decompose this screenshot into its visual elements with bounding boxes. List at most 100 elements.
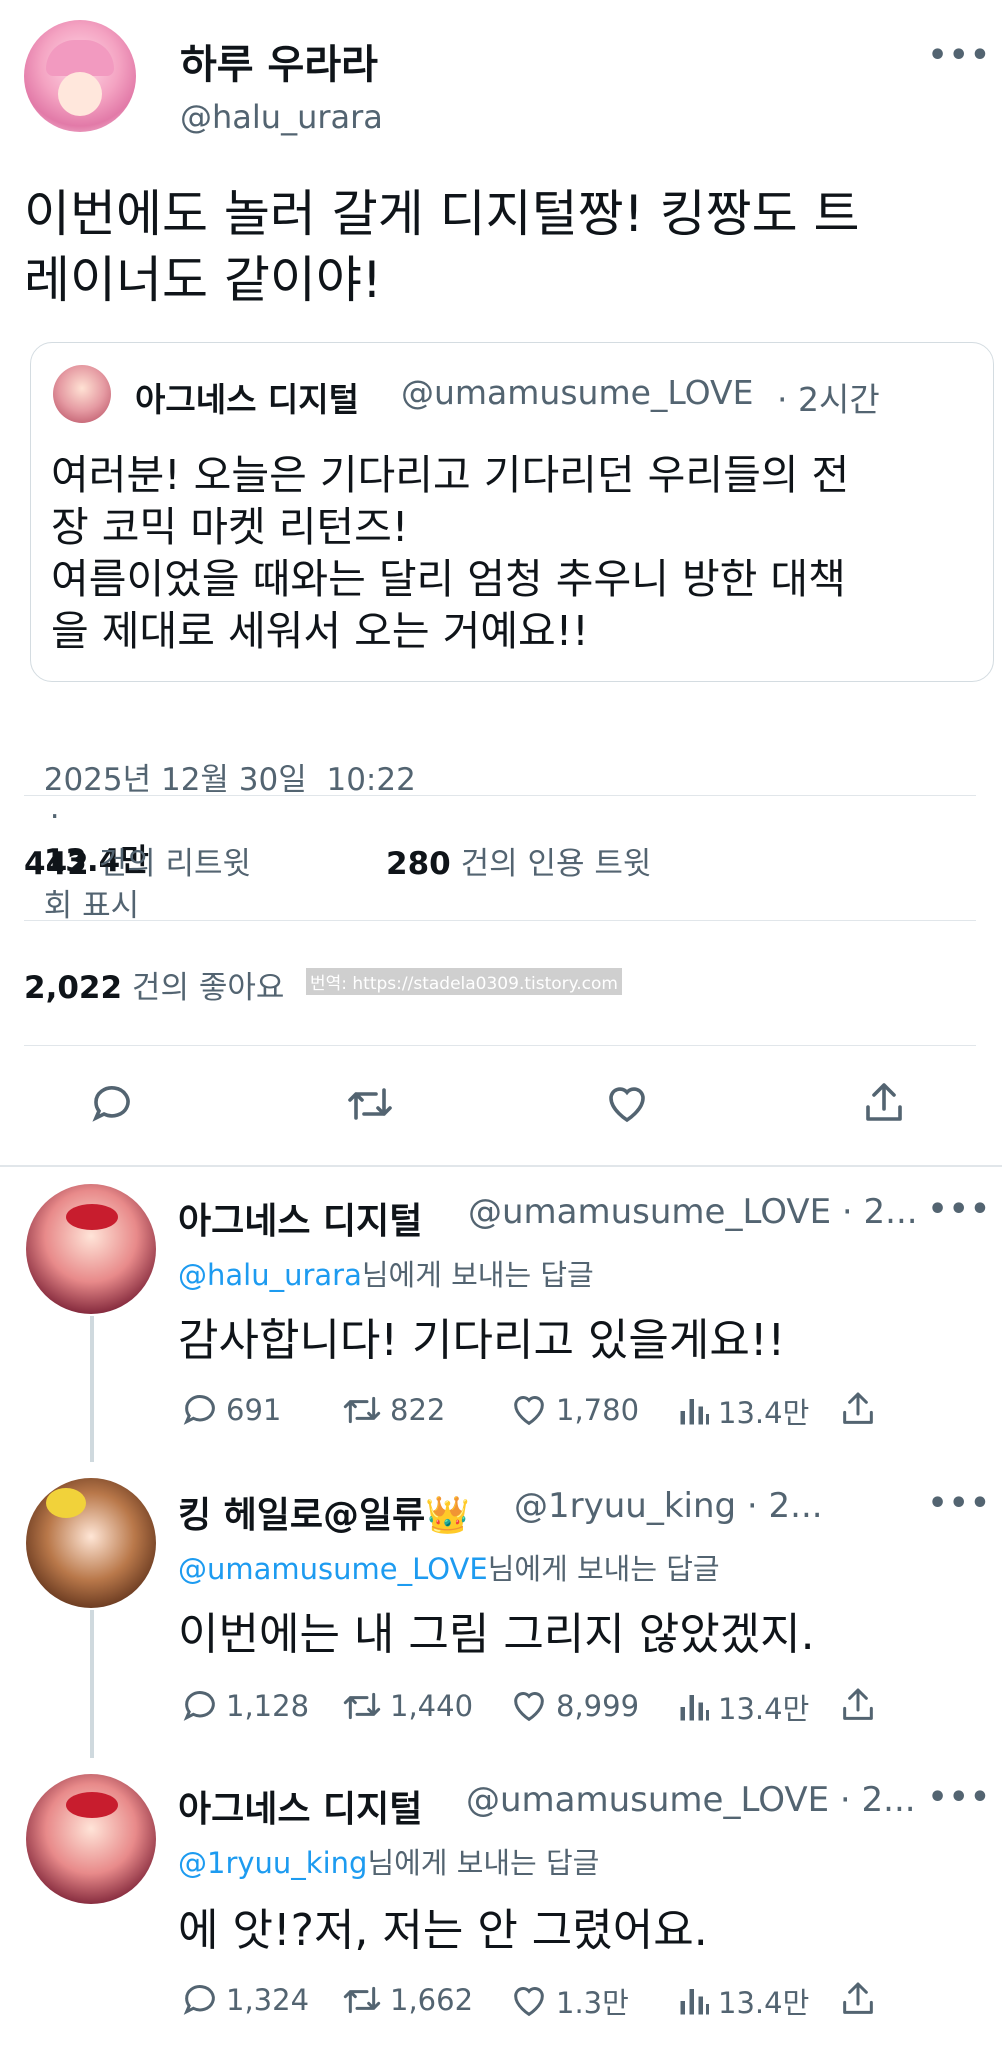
retweet-icon[interactable] [344,1080,396,1132]
quoted-text-line: 을 제대로 세워서 오는 거예요!! [51,607,589,655]
like-count: 8,999 [556,1689,640,1723]
like-icon [514,1692,544,1722]
retweet-count: 1,440 [390,1689,474,1723]
reply-handle[interactable]: @umamusume_LOVE · 2... [468,1192,918,1232]
reply-to-label: 님에게 보내는 답글 [361,1258,594,1292]
reply-like-action[interactable]: 1.3만 [508,1980,629,2022]
quote-stat[interactable]: 280 건의 인용 트윗 [386,838,651,883]
reply-to-line: @1ryuu_king님에게 보내는 답글 [178,1840,599,1882]
reply-comment-action[interactable]: 691 [180,1390,281,1430]
reply-to-line: @umamusume_LOVE님에게 보내는 답글 [178,1546,720,1588]
reply-handle[interactable]: @umamusume_LOVE · 2... [466,1780,916,1820]
share-icon[interactable] [860,1078,908,1132]
reply-icon [183,1395,215,1425]
reply-to-label: 님에게 보내는 답글 [487,1552,720,1586]
reply-to-link[interactable]: @umamusume_LOVE [178,1552,488,1586]
views-icon [680,1989,709,2015]
reply-views-action[interactable]: 13.4만 [676,1390,809,1432]
display-name[interactable]: 하루 우라라 [180,32,378,90]
reply-display-name-text: 킹 헤일로@일류 [178,1495,426,1536]
quote-label: 건의 인용 트윗 [460,846,652,882]
share-icon[interactable] [838,1684,878,1730]
divider [24,795,976,796]
view-count: 13.4만 [718,1692,810,1726]
tweet-date[interactable]: 2025년 12월 30일 10:22 [44,762,416,798]
more-options-icon[interactable]: ••• [928,1192,992,1227]
quoted-text-line: 장 코믹 마켓 리턴즈! [51,503,409,551]
like-label: 건의 좋아요 [131,970,285,1006]
reply-views-action[interactable]: 13.4만 [676,1980,809,2022]
tweet-text-line: 이번에도 놀러 갈게 디지털짱! 킹짱도 트 [24,185,860,243]
retweet-icon [343,1986,381,2014]
thread-line [90,1316,94,1462]
reply-icon [183,1691,215,1721]
like-icon [514,1987,544,2017]
more-options-icon[interactable]: ••• [928,38,992,73]
reply-to-link[interactable]: @halu_urara [178,1258,362,1292]
like-icon [514,1396,544,1426]
reply-retweet-action[interactable]: 1,440 [340,1686,473,1726]
translation-watermark: 번역: https://stadela0309.tistory.com [306,968,622,995]
quoted-time: · 2시간 [777,380,880,419]
like-count: 2,022 [24,970,123,1006]
share-icon[interactable] [838,1388,878,1434]
reply-icon[interactable] [88,1080,136,1132]
view-label: 회 표시 [43,888,140,924]
quoted-text-line: 여러분! 오늘은 기다리고 기다리던 우리들의 전 [51,451,850,499]
crown-badge-icon: 👑 [425,1495,471,1536]
divider [24,1045,976,1046]
like-stat[interactable]: 2,022 건의 좋아요 [24,962,284,1007]
tweet-text-line: 레이너도 같이야! [24,251,382,309]
reply-to-line: @halu_urara님에게 보내는 답글 [178,1252,594,1294]
views-icon [680,1695,709,1721]
quoted-avatar [53,365,111,423]
quoted-handle: @umamusume_LOVE [401,373,754,412]
views-icon [680,1399,709,1425]
timestamp-row: 2025년 12월 30일 10:22 · 13.4만 회 표시 [24,718,416,925]
reply-comment-action[interactable]: 1,324 [180,1980,309,2020]
retweet-label: 건의 리트윗 [98,846,252,882]
reply-retweet-action[interactable]: 822 [340,1390,445,1430]
retweet-icon [343,1396,381,1424]
reply-handle[interactable]: @1ryuu_king · 2... [514,1486,823,1526]
retweet-count: 822 [390,1393,446,1427]
share-icon[interactable] [838,1978,878,2024]
reply-comment-action[interactable]: 1,128 [180,1686,309,1726]
reply-text: 이번에는 내 그림 그리지 않았겠지. [178,1609,815,1660]
comment-count: 1,324 [226,1983,310,2017]
quoted-display-name: 아그네스 디지털 [135,380,360,419]
more-options-icon[interactable]: ••• [928,1486,992,1521]
view-count: 13.4만 [718,1396,810,1430]
retweet-stat[interactable]: 442 건의 리트윗 [24,838,251,883]
like-count: 1.3만 [556,1986,629,2020]
reply-retweet-action[interactable]: 1,662 [340,1980,473,2020]
more-options-icon[interactable]: ••• [928,1780,992,1815]
like-count: 1,780 [556,1393,640,1427]
reply-to-label: 님에게 보내는 답글 [367,1846,600,1880]
quoted-tweet[interactable]: 아그네스 디지털 @umamusume_LOVE · 2시간 여러분! 오늘은 … [30,342,994,682]
reply-views-action[interactable]: 13.4만 [676,1686,809,1728]
reply-avatar[interactable] [26,1184,156,1314]
reply-avatar[interactable] [26,1774,156,1904]
separator: · [49,799,60,835]
reply-text: 감사합니다! 기다리고 있을게요!! [178,1315,786,1366]
thread-line [90,1610,94,1758]
avatar[interactable] [24,20,136,132]
comment-count: 1,128 [226,1689,310,1723]
reply-display-name[interactable]: 킹 헤일로@일류👑 [178,1486,470,1538]
reply-like-action[interactable]: 1,780 [508,1390,639,1430]
reply-to-link[interactable]: @1ryuu_king [178,1846,367,1880]
section-divider [0,1165,1002,1167]
reply-icon [183,1985,215,2015]
quoted-text-line: 여름이었을 때와는 달리 엄청 추우니 방한 대책 [51,555,846,603]
like-icon[interactable] [602,1080,652,1132]
reply-display-name[interactable]: 아그네스 디지털 [178,1192,422,1244]
divider [24,920,976,921]
reply-avatar[interactable] [26,1478,156,1608]
reply-like-action[interactable]: 8,999 [508,1686,639,1726]
retweet-count: 1,662 [390,1983,474,2017]
retweet-icon [343,1692,381,1720]
handle[interactable]: @halu_urara [180,98,383,136]
reply-text: 에 앗!?저, 저는 안 그렸어요. [178,1905,708,1956]
reply-display-name[interactable]: 아그네스 디지털 [178,1780,422,1832]
